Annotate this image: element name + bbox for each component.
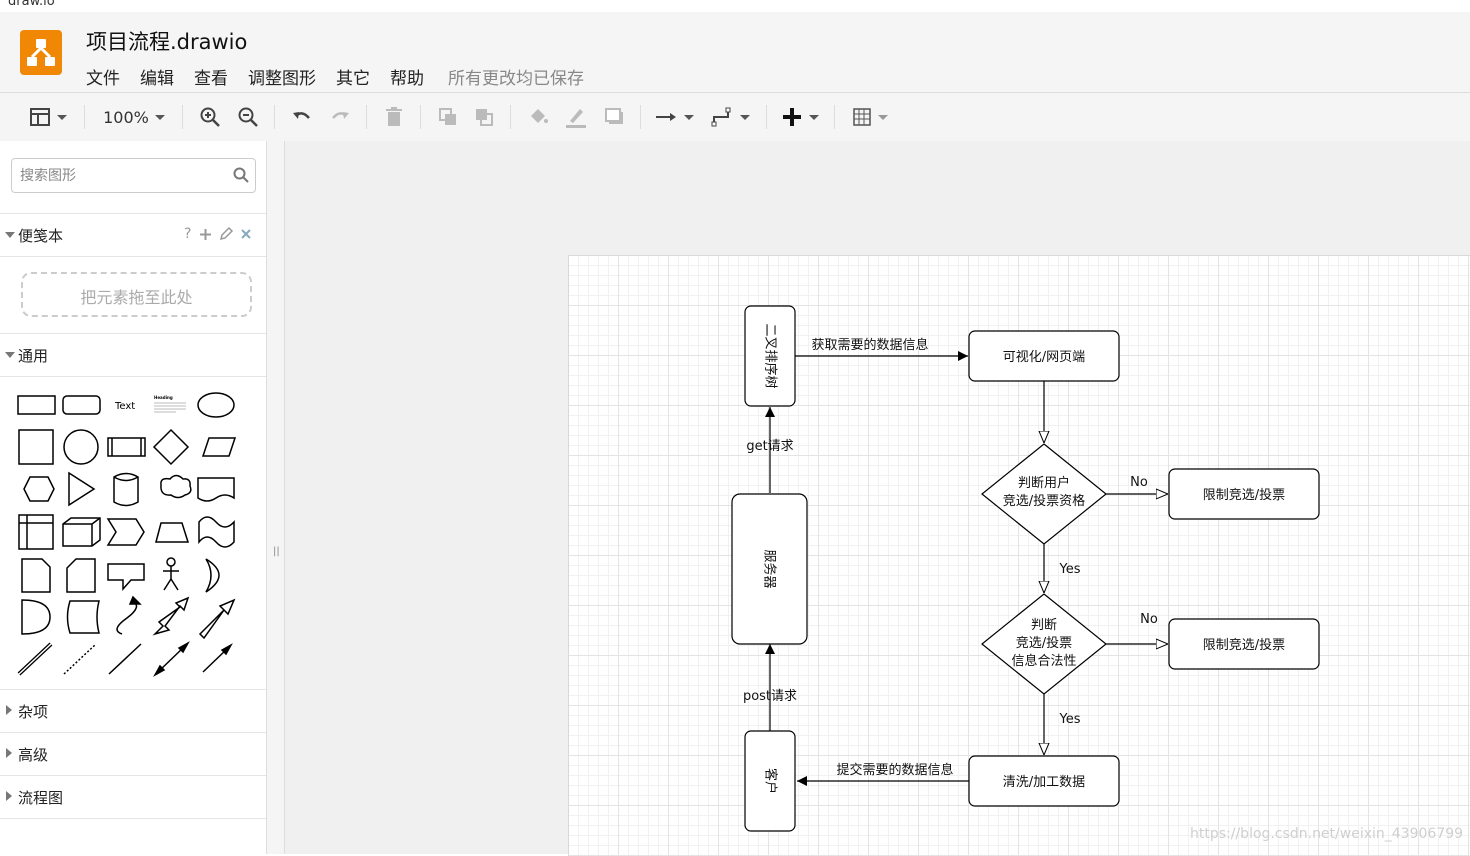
edge-label-submit: 提交需要的数据信息 xyxy=(836,762,953,778)
label-judge2-a: 判断 xyxy=(1031,618,1057,633)
label-judge2-b: 竞选/投票 xyxy=(1016,635,1072,651)
edge-label-get: get请求 xyxy=(746,439,793,454)
diagram: 二叉排序树 可视化/网页端 判断用户 竞选/投票资格 限制竞选/投票 服务器 判… xyxy=(731,305,1320,832)
label-limit2: 限制竞选/投票 xyxy=(1203,637,1285,653)
label-server: 服务器 xyxy=(762,549,778,588)
label-judge2-c: 信息合法性 xyxy=(1011,653,1076,669)
label-visual: 可视化/网页端 xyxy=(1003,350,1085,365)
label-tree: 二叉排序树 xyxy=(763,323,778,388)
label-judge1-b: 竞选/投票资格 xyxy=(1003,493,1085,509)
edge-label-yes2: Yes xyxy=(1059,712,1081,727)
label-judge1-a: 判断用户 xyxy=(1018,475,1070,491)
edge-label-post: post请求 xyxy=(743,689,797,704)
label-clean: 清洗/加工数据 xyxy=(1003,775,1085,790)
watermark: https://blog.csdn.net/weixin_43906799 xyxy=(1190,826,1464,842)
edge-label-fetch: 获取需要的数据信息 xyxy=(811,337,928,353)
edge-label-no2: No xyxy=(1140,612,1158,627)
label-client: 客户 xyxy=(763,768,779,794)
edge-label-yes1: Yes xyxy=(1059,562,1081,577)
label-limit1: 限制竞选/投票 xyxy=(1203,487,1285,503)
edge-label-no1: No xyxy=(1130,475,1148,490)
